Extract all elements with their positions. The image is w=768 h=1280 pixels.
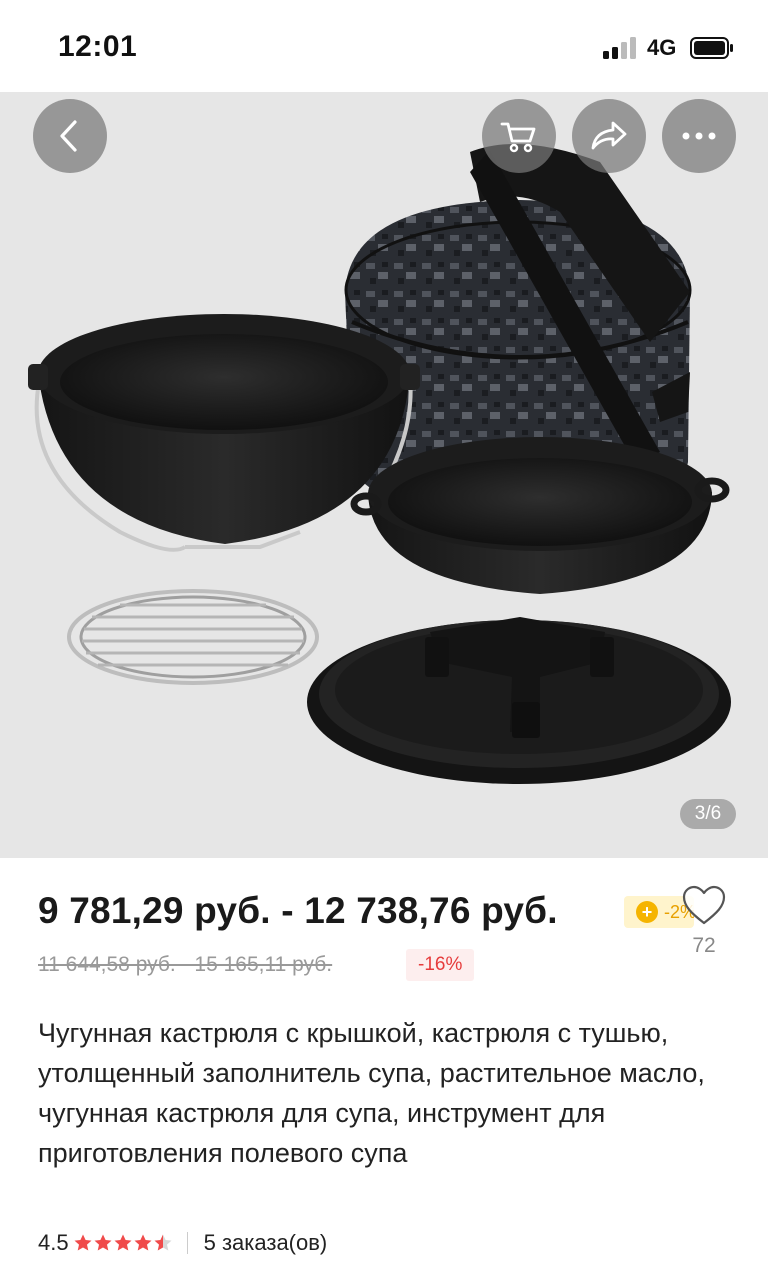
status-time: 12:01 [58,30,138,63]
star-icon [154,1234,172,1251]
signal-strength-icon [603,37,637,59]
orders-count: 5 заказа(ов) [203,1230,328,1255]
back-arrow-icon [60,120,77,152]
cart-icon [500,122,536,153]
wishlist-count: 72 [692,934,716,957]
divider [186,1232,188,1254]
wishlist-heart-icon[interactable] [681,884,727,926]
more-options-button[interactable] [662,99,736,173]
back-button[interactable] [33,99,107,173]
more-icon [682,132,716,140]
star-icon [94,1234,112,1251]
discount-badge: -16% [406,949,475,981]
product-image-gallery[interactable]: 3/6 [0,92,768,858]
price-range: 9 781,29 руб. - 12 738,76 руб. [38,890,558,931]
cart-button[interactable] [482,99,556,173]
image-page-counter: 3/6 [680,799,736,829]
rating-value: 4.5 [38,1230,69,1255]
coin-icon: + [636,901,658,923]
rating-row[interactable]: 4.5 5 заказа(ов) [38,1226,327,1260]
star-icon [74,1234,92,1251]
star-icon [114,1234,132,1251]
star-icon [134,1234,152,1251]
old-price-range: 11 644,58 руб. - 15 165,11 руб. [38,953,333,976]
rating-stars [73,1233,173,1253]
network-label: 4G [647,35,677,60]
product-image [28,144,731,784]
share-icon [591,121,627,150]
status-bar: 12:01 4G [0,0,768,92]
share-button[interactable] [572,99,646,173]
product-title: Чугунная кастрюля с крышкой, кастрюля с … [38,1018,705,1168]
battery-icon [690,37,733,59]
